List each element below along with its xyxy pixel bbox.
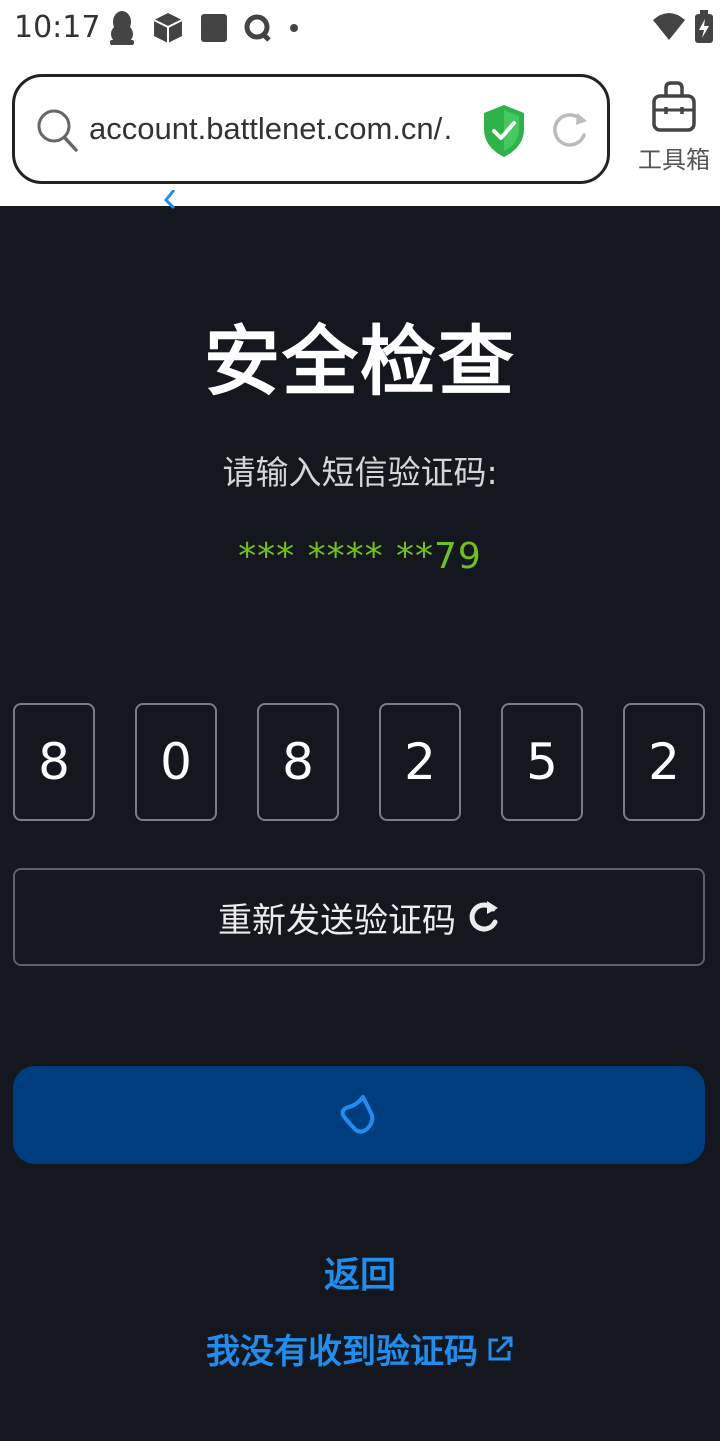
reload-icon[interactable] [549,107,589,153]
status-system-icons [652,10,714,44]
otp-digit-input[interactable]: 5 [501,703,583,821]
top-back-nav-peek [160,190,280,210]
otp-digit-input[interactable]: 2 [623,703,705,821]
browser-toolbar: account.battlenet.com.cn/… 工具箱 [0,60,720,206]
back-link[interactable]: 返回 [0,1246,720,1298]
refresh-icon [469,901,498,932]
status-notification-icons [108,10,300,46]
masked-phone-number: *** **** **79 [238,536,482,577]
toolbox-label: 工具箱 [638,146,710,174]
page-title: 安全检查 [204,317,516,406]
otp-digit-input[interactable]: 0 [135,703,217,821]
address-bar[interactable]: account.battlenet.com.cn/… [12,74,610,184]
otp-digit-input[interactable]: 8 [13,703,95,821]
cube-icon [153,13,183,43]
status-time: 10:17 [14,10,101,45]
otp-digit-input[interactable]: 2 [379,703,461,821]
wifi-icon [653,13,685,40]
loading-spinner-icon [340,1095,375,1134]
security-shield-icon[interactable] [481,103,527,159]
square-app-icon [201,14,227,42]
chevron-left-icon [163,190,176,210]
no-code-received-label: 我没有收到验证码 [206,1332,478,1372]
qq-penguin-icon [110,11,134,45]
submit-button[interactable] [13,1066,705,1164]
resend-code-label: 重新发送验证码 [218,900,456,941]
external-link-icon [488,1336,513,1360]
battery-icon [695,10,713,43]
otp-input-row: 8 0 8 2 5 2 [13,703,707,821]
url-text[interactable]: account.battlenet.com.cn/… [89,111,455,147]
q-app-icon [244,14,271,42]
no-code-received-link[interactable]: 我没有收到验证码 [0,1324,720,1373]
status-bar: 10:17 [0,0,720,60]
toolbox-button[interactable]: 工具箱 [636,80,712,190]
toolbox-icon [652,81,696,132]
resend-code-button[interactable]: 重新发送验证码 [13,868,705,966]
search-icon [37,109,78,152]
sms-instruction: 请输入短信验证码: [222,453,498,492]
otp-digit-input[interactable]: 8 [257,703,339,821]
dot-icon [290,24,298,32]
